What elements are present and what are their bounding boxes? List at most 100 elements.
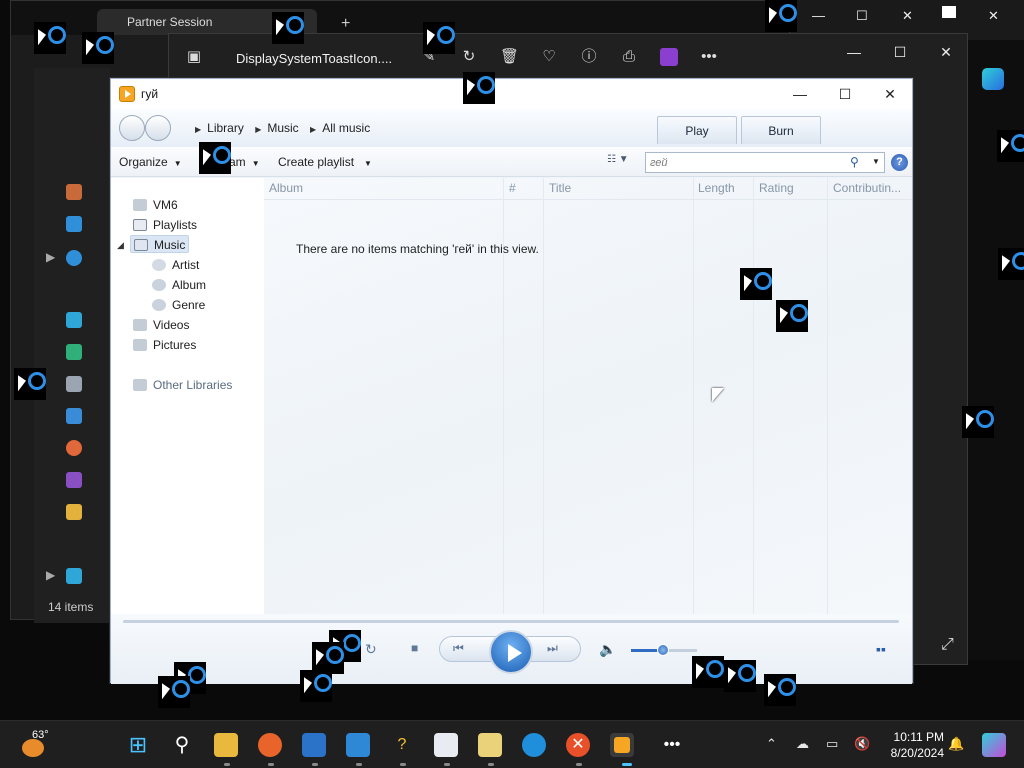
minimize-icon[interactable]: — [785, 83, 815, 105]
weather-widget[interactable]: 63° [20, 729, 50, 759]
previous-icon[interactable]: ⏮ [453, 641, 464, 656]
paint-icon[interactable] [346, 733, 370, 757]
chevron-up-icon[interactable]: ⌃ [766, 736, 777, 752]
xampp-icon[interactable]: ✕ [566, 733, 590, 757]
nav-item-videos[interactable]: Videos [133, 316, 189, 334]
help-icon[interactable]: ? [891, 154, 908, 171]
search-dropdown-icon[interactable]: ▼ [872, 157, 880, 166]
breadcrumb-all-music[interactable]: All music [322, 121, 370, 135]
search-input[interactable] [650, 155, 850, 170]
desktop-icon[interactable] [66, 312, 82, 328]
minimize-icon[interactable]: — [812, 8, 825, 23]
nav-item-genre[interactable]: Genre [152, 296, 205, 314]
close-icon[interactable]: ✕ [931, 44, 961, 64]
notepad-icon[interactable] [434, 733, 458, 757]
play-button[interactable] [489, 630, 533, 674]
favorite-icon[interactable]: ♡ [540, 48, 558, 66]
print-icon[interactable]: ⎙ [620, 48, 638, 66]
chevron-right-icon[interactable]: ▶ [46, 568, 55, 582]
nav-item-album[interactable]: Album [152, 276, 206, 294]
expand-icon[interactable]: ⤢ [941, 636, 954, 654]
delete-icon[interactable]: 🗑 [500, 48, 519, 66]
tab-burn[interactable]: Burn [741, 116, 821, 144]
nav-label: VM6 [153, 198, 178, 212]
breadcrumb-music[interactable]: Music [267, 121, 298, 135]
display-icon[interactable]: ▭ [826, 736, 838, 752]
column-title[interactable]: Title [549, 181, 571, 195]
firefox-icon[interactable] [258, 733, 282, 757]
downloads-icon[interactable] [66, 344, 82, 360]
column-length[interactable]: Length [698, 181, 735, 195]
stop-icon[interactable]: ■ [411, 641, 418, 655]
notification-icon[interactable]: 🔔 [948, 736, 964, 752]
clock[interactable]: 10:11 PM 8/20/2024 [884, 729, 944, 761]
search-icon[interactable]: ⚲ [850, 155, 859, 169]
column-contributing-artist[interactable]: Contributin... [833, 181, 901, 195]
switch-to-now-playing-icon[interactable]: ▪▪ [876, 641, 886, 657]
view-options-icon[interactable]: ☷ ▼ [607, 154, 647, 170]
photos-icon[interactable] [302, 733, 326, 757]
nav-item-music[interactable]: Music [130, 235, 190, 253]
tab-play[interactable]: Play [657, 116, 737, 144]
column-number[interactable]: # [509, 181, 516, 195]
nav-item-pictures[interactable]: Pictures [133, 336, 196, 354]
taskbar: 63° ⊞ ⚲ ? ✕ ••• ⌃ ☁ ▭ 🔇 10:11 PM 8/20/20… [0, 720, 1024, 768]
help-app-icon[interactable]: ? [390, 733, 414, 757]
copilot-icon[interactable] [982, 733, 1006, 757]
column-rating[interactable]: Rating [759, 181, 794, 195]
background-sidebar: ▶ ▶ [34, 68, 110, 623]
volume-muted-icon[interactable]: 🔇 [854, 736, 870, 752]
expand-icon[interactable]: ◢ [117, 240, 124, 251]
close-icon[interactable]: ✕ [875, 83, 905, 105]
overflow-icon[interactable]: ••• [660, 733, 684, 757]
network-icon[interactable]: ☁ [796, 736, 809, 752]
maximize-icon[interactable]: ☐ [885, 44, 915, 64]
more-icon[interactable]: ••• [700, 48, 718, 66]
chevron-right-icon[interactable]: ▶ [46, 250, 55, 264]
copilot-icon[interactable] [982, 68, 1004, 90]
breadcrumb-library[interactable]: Library [207, 121, 244, 135]
minimize-icon[interactable]: — [839, 44, 869, 64]
breadcrumb-arrow-icon: ▶ [310, 125, 317, 134]
repeat-icon[interactable]: ↻ [365, 641, 377, 658]
search-icon[interactable]: ⚲ [170, 733, 194, 757]
app-icon[interactable] [478, 733, 502, 757]
create-playlist-menu[interactable]: Create playlist ▼ [278, 155, 372, 169]
music-icon[interactable] [66, 440, 82, 456]
home-icon[interactable] [66, 184, 82, 200]
nav-item-other-libraries[interactable]: Other Libraries [133, 376, 232, 394]
nav-item-vm6[interactable]: VM6 [133, 196, 178, 214]
onedrive-icon[interactable] [66, 250, 82, 266]
column-album[interactable]: Album [269, 181, 303, 195]
info-icon[interactable]: ⓘ [580, 48, 598, 66]
folder-icon[interactable] [66, 504, 82, 520]
maximize-icon[interactable]: ☐ [830, 83, 860, 105]
search-box[interactable]: ⚲ ▼ [645, 152, 885, 173]
gallery-icon[interactable] [66, 216, 82, 232]
forward-button[interactable] [145, 115, 171, 141]
pictures-icon[interactable] [66, 408, 82, 424]
organize-menu[interactable]: Organize ▼ [119, 155, 182, 169]
clipchamp-icon[interactable] [660, 48, 678, 66]
documents-icon[interactable] [66, 376, 82, 392]
maximize-icon[interactable]: ☐ [856, 8, 868, 24]
next-icon[interactable]: ⏭ [547, 641, 558, 656]
videos-icon[interactable] [66, 472, 82, 488]
nav-item-artist[interactable]: Artist [152, 256, 199, 274]
file-explorer-icon[interactable] [214, 733, 238, 757]
media-player-taskbar-icon[interactable] [610, 733, 634, 757]
seek-bar[interactable] [123, 620, 899, 623]
volume-knob[interactable] [657, 644, 669, 656]
restore-icon[interactable] [942, 6, 956, 18]
close-icon[interactable]: ✕ [902, 8, 913, 24]
new-tab-icon[interactable]: + [341, 15, 350, 33]
this-pc-icon[interactable] [66, 568, 82, 584]
rotate-icon[interactable]: ↻ [460, 48, 478, 66]
start-icon[interactable]: ⊞ [126, 733, 150, 757]
nav-item-playlists[interactable]: Playlists [133, 216, 197, 234]
volume-icon[interactable]: 🔈 [599, 641, 616, 658]
back-button[interactable] [119, 115, 145, 141]
close-icon[interactable]: ✕ [988, 8, 999, 24]
edge-icon[interactable] [522, 733, 546, 757]
cursor-artifact [199, 142, 231, 174]
